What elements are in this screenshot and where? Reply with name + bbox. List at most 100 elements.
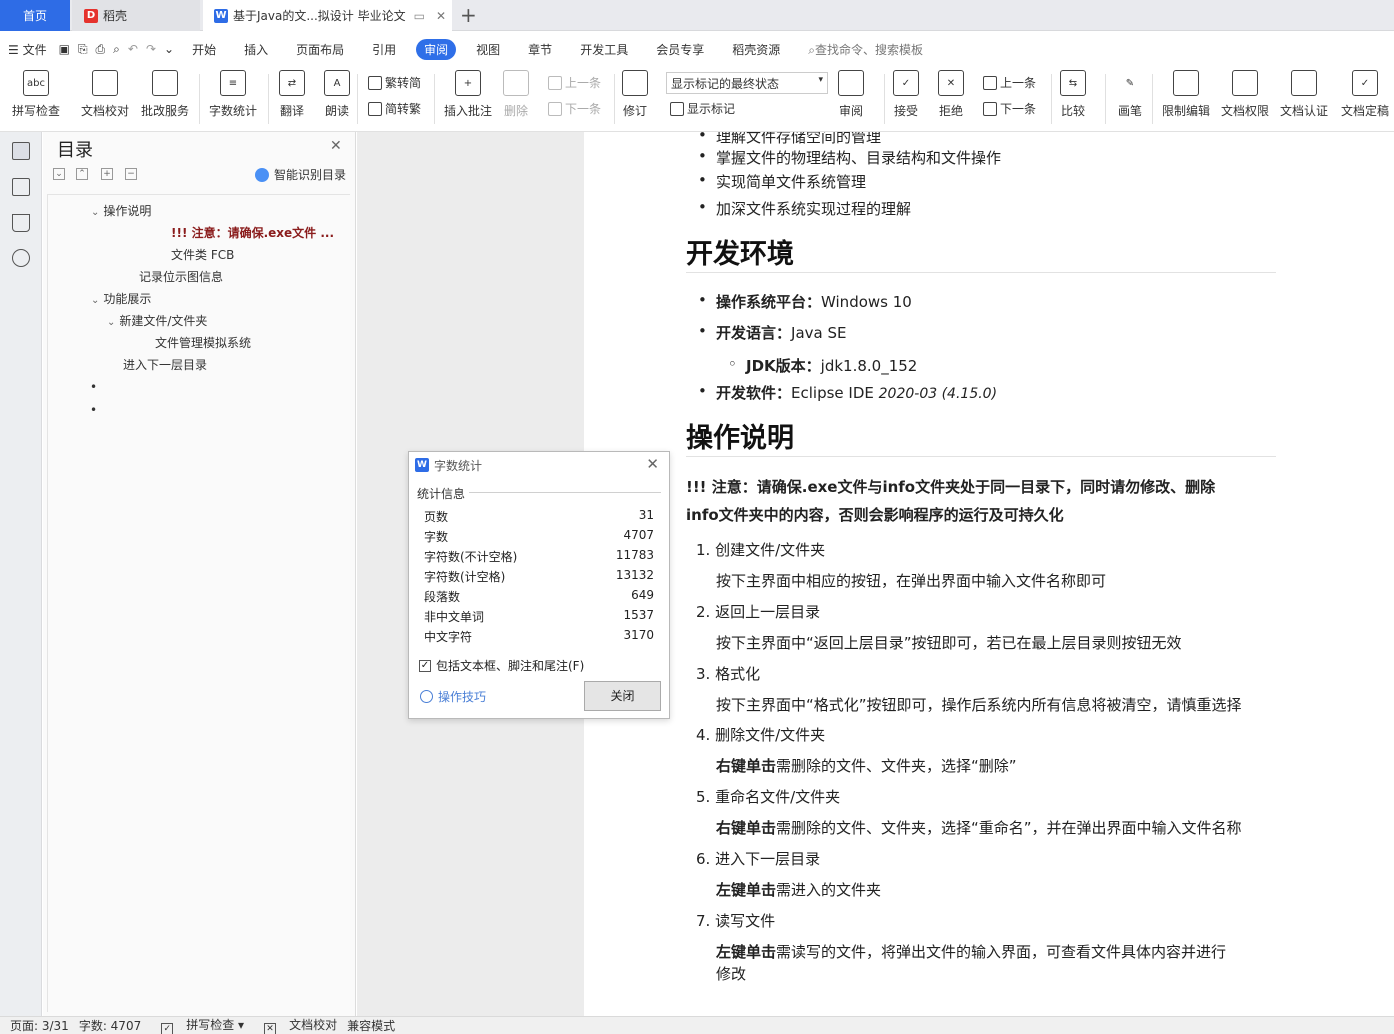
- tab-daoke[interactable]: D 稻壳: [72, 0, 200, 31]
- menu-item-start[interactable]: 开始: [184, 41, 224, 58]
- toc-item[interactable]: 进入下一层目录: [123, 356, 207, 373]
- toc-item[interactable]: •: [90, 380, 97, 394]
- chapter-panel-icon[interactable]: [12, 178, 30, 196]
- stat-row: 字数 4707: [424, 528, 654, 545]
- page-indicator[interactable]: 页面: 3/31: [10, 1017, 69, 1034]
- toc-item[interactable]: 文件管理模拟系统: [155, 334, 251, 351]
- proofread-toggle[interactable]: ✕ 文档校对: [254, 1016, 337, 1034]
- toc-panel-icon[interactable]: [12, 142, 30, 160]
- export-icon[interactable]: ⎘: [74, 42, 92, 57]
- menu-item-devtools[interactable]: 开发工具: [572, 41, 636, 58]
- file-menu[interactable]: ☰ 文件: [0, 41, 55, 58]
- print-icon[interactable]: ⎙: [92, 42, 110, 57]
- word-count-indicator[interactable]: 字数: 4707: [79, 1017, 141, 1034]
- review-button[interactable]: 审阅: [838, 70, 864, 119]
- step-number: 7.: [696, 912, 711, 930]
- doc-finalize-button[interactable]: ✓ 文档定稿: [1341, 70, 1389, 119]
- toc-item[interactable]: ⌄ 操作说明: [91, 202, 151, 219]
- collapse-all-icon[interactable]: ⌄: [53, 168, 65, 180]
- toc-item[interactable]: ⌄ 新建文件/文件夹: [107, 312, 207, 329]
- tab-home[interactable]: 首页: [0, 0, 70, 31]
- document-page[interactable]: 理解文件存储空间的管理 掌握文件的物理结构、目录结构和文件操作 实现简单文件系统…: [584, 132, 1394, 1016]
- preview-icon[interactable]: ⌕: [109, 42, 124, 57]
- markup-mode-select[interactable]: 显示标记的最终状态 ▾: [666, 72, 828, 94]
- restrict-edit-button[interactable]: 限制编辑: [1162, 70, 1210, 119]
- menu-item-review[interactable]: 审阅: [416, 38, 457, 60]
- close-button[interactable]: 关闭: [584, 681, 661, 711]
- stat-row: 非中文单词 1537: [424, 608, 654, 625]
- save-icon[interactable]: ▣: [55, 42, 74, 56]
- show-markup-button[interactable]: 显示标记: [670, 100, 735, 117]
- doc-certify-label: 文档认证: [1280, 104, 1329, 118]
- stat-value: 13132: [615, 568, 654, 582]
- spell-check-status-label: 拼写检查: [186, 1018, 235, 1032]
- heading-operations: 操作说明: [686, 423, 794, 454]
- menu-item-resources[interactable]: 稻壳资源: [724, 41, 788, 58]
- doc-certify-button[interactable]: 文档认证: [1280, 70, 1328, 119]
- undo-icon[interactable]: ↶: [124, 42, 142, 56]
- remove-heading-icon[interactable]: −: [125, 168, 137, 180]
- add-heading-icon[interactable]: +: [101, 168, 113, 180]
- step-title-text: 返回上一层目录: [715, 603, 821, 621]
- word-count-button[interactable]: ≡ 字数统计: [209, 70, 257, 119]
- next-comment-button[interactable]: 下一条: [548, 100, 601, 117]
- menu-item-member[interactable]: 会员专享: [648, 41, 712, 58]
- simp-to-trad-button[interactable]: 简转繁: [368, 100, 421, 117]
- tab-document[interactable]: W 基于Java的文...拟设计 毕业论文 ▭ ✕: [203, 0, 452, 31]
- dialog-title: 字数统计: [434, 458, 483, 473]
- next-comment-label: 下一条: [565, 102, 602, 116]
- trad-to-simp-button[interactable]: 繁转简: [368, 74, 421, 91]
- bookmark-icon[interactable]: [12, 214, 30, 232]
- expand-up-icon[interactable]: ⌃: [76, 168, 88, 180]
- list-item: 加深文件系统实现过程的理解: [698, 198, 911, 219]
- compare-button[interactable]: ⇆ 比较: [1060, 70, 1086, 119]
- simp-to-trad-label: 简转繁: [385, 102, 422, 116]
- pen-button[interactable]: ✎ 画笔: [1117, 70, 1143, 119]
- dialog-header[interactable]: W 字数统计 ✕: [409, 452, 669, 478]
- menu-item-chapter[interactable]: 章节: [520, 41, 560, 58]
- toc-item[interactable]: •: [90, 403, 97, 417]
- more-icon[interactable]: ⌄: [160, 42, 184, 56]
- divider: [469, 492, 661, 493]
- insert-comment-button[interactable]: + 插入批注: [444, 70, 492, 119]
- spell-check-toggle[interactable]: ✓ 拼写检查 ▾: [151, 1016, 244, 1034]
- step-title-text: 进入下一层目录: [715, 850, 821, 868]
- status-bar: 页面: 3/31 字数: 4707 ✓ 拼写检查 ▾ ✕ 文档校对 兼容模式: [0, 1016, 1394, 1034]
- reject-button[interactable]: ✕ 拒绝: [938, 70, 964, 119]
- proofread-button[interactable]: 文档校对: [81, 70, 129, 119]
- permission-icon: [1232, 70, 1258, 96]
- divider: [357, 74, 358, 124]
- menu-item-layout[interactable]: 页面布局: [288, 41, 352, 58]
- doc-permission-button[interactable]: 文档权限: [1221, 70, 1269, 119]
- correction-service-button[interactable]: 批改服务: [141, 70, 189, 119]
- proofread-status-label: 文档校对: [289, 1018, 338, 1032]
- command-search[interactable]: ⌕查找命令、搜索模板: [800, 41, 931, 58]
- read-aloud-button[interactable]: A 朗读: [324, 70, 350, 119]
- window-icon[interactable]: ▭: [414, 9, 425, 23]
- toc-item[interactable]: !!! 注意：请确保.exe文件 ...: [171, 224, 334, 241]
- track-changes-button[interactable]: 修订: [622, 70, 648, 119]
- next-change-button[interactable]: 下一条: [983, 100, 1036, 117]
- new-tab-button[interactable]: +: [460, 4, 477, 26]
- close-icon[interactable]: ✕: [330, 138, 342, 154]
- menu-item-view[interactable]: 视图: [468, 41, 508, 58]
- smart-toc-button[interactable]: 智能识别目录: [255, 166, 346, 183]
- tips-link[interactable]: 操作技巧: [420, 688, 486, 705]
- menu-item-insert[interactable]: 插入: [236, 41, 276, 58]
- toc-item[interactable]: 记录位示图信息: [139, 268, 223, 285]
- prev-change-button[interactable]: 上一条: [983, 74, 1036, 91]
- close-icon[interactable]: ✕: [646, 455, 659, 473]
- accept-button[interactable]: ✓ 接受: [893, 70, 919, 119]
- translate-button[interactable]: ⇄ 翻译: [279, 70, 305, 119]
- include-textbox-checkbox[interactable]: ✓ 包括文本框、脚注和尾注(F): [419, 657, 584, 674]
- tab-close-icon[interactable]: ✕: [436, 9, 446, 23]
- toc-item[interactable]: ⌄ 功能展示: [91, 290, 151, 307]
- spell-check-button[interactable]: abc 拼写检查: [12, 70, 60, 119]
- delete-comment-button[interactable]: 删除: [503, 70, 529, 119]
- redo-icon[interactable]: ↷: [142, 42, 160, 56]
- search-icon[interactable]: [12, 249, 30, 267]
- menu-item-reference[interactable]: 引用: [364, 41, 404, 58]
- track-changes-icon: [622, 70, 648, 96]
- toc-item[interactable]: 文件类 FCB: [171, 246, 234, 263]
- prev-comment-button[interactable]: 上一条: [548, 74, 601, 91]
